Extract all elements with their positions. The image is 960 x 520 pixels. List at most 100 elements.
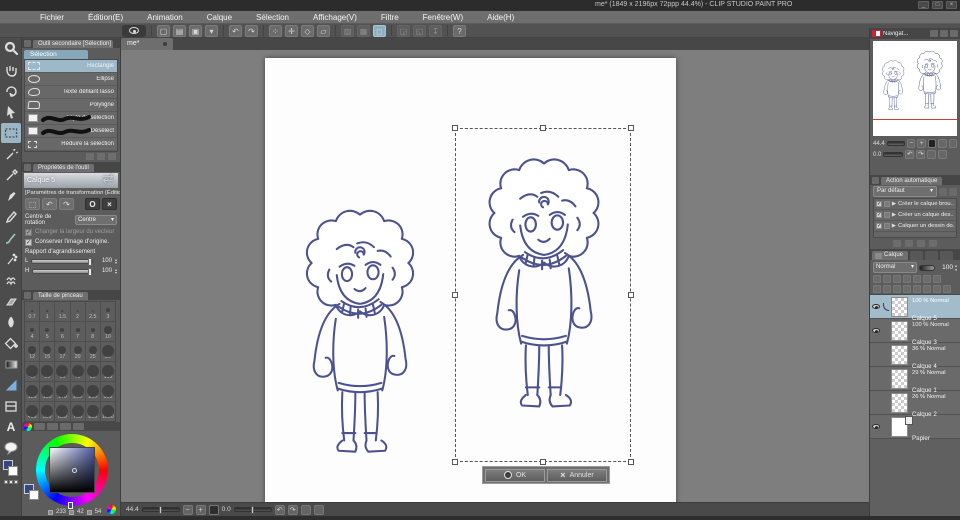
cancel-transform-icon[interactable]: × — [102, 198, 117, 210]
brush-size-cell[interactable]: 250 — [85, 382, 100, 401]
subtool-item[interactable]: Désélect — [25, 125, 117, 138]
layer-row[interactable]: Papier — [870, 415, 960, 442]
subtool-item[interactable]: Réduire la sélection — [25, 138, 117, 151]
color-history-tab-icon[interactable] — [73, 423, 84, 430]
navigator-zoom-slider[interactable] — [886, 141, 906, 146]
rotate-cw-icon[interactable]: ↷ — [916, 150, 926, 159]
layer-thumbnail[interactable] — [891, 296, 908, 317]
panel-menu-icon[interactable] — [24, 40, 31, 47]
eraser-tool-icon[interactable] — [1, 291, 21, 311]
gradient-tool-icon[interactable] — [1, 354, 21, 374]
subtool-group-tab[interactable]: Sélection — [24, 50, 88, 59]
brush-size-cell[interactable]: 20 — [70, 342, 85, 361]
menu-item[interactable]: Édition(E) — [76, 13, 135, 22]
fill-tool-icon[interactable] — [1, 333, 21, 353]
main-color-swatches[interactable] — [1, 460, 21, 478]
close-button[interactable]: × — [946, 1, 957, 9]
hue-knob[interactable] — [68, 502, 73, 509]
brush-size-cell[interactable]: 50 — [40, 362, 55, 381]
rotate-ccw-icon[interactable]: ↶ — [274, 504, 285, 515]
action-checkbox[interactable]: ✓ — [876, 223, 882, 229]
tab-close-icon[interactable] — [163, 42, 167, 46]
layer-color-icon[interactable] — [923, 275, 931, 283]
lock-layer-icon[interactable] — [873, 275, 881, 283]
brush-size-cell[interactable]: 800 — [85, 402, 100, 421]
minimize-button[interactable]: _ — [918, 1, 929, 9]
status-zoom-slider[interactable] — [141, 506, 180, 514]
rotate-canvas-tool-icon[interactable] — [1, 81, 21, 101]
menu-item[interactable]: Animation — [135, 13, 195, 22]
action-toggle-icon[interactable] — [884, 201, 890, 207]
transform-mode-scale-icon[interactable]: ⬚ — [25, 198, 40, 210]
new-file-icon[interactable]: ▢ — [157, 24, 170, 37]
saturation-value[interactable]: 42 — [77, 509, 84, 515]
delete-action-icon[interactable] — [929, 240, 937, 247]
zoom-out-icon[interactable]: − — [907, 139, 916, 148]
brush-size-cell[interactable]: 80 — [85, 362, 100, 381]
onion-skin-icon[interactable]: ◱ — [413, 24, 426, 37]
navigator-preview[interactable] — [873, 41, 957, 136]
move-icon[interactable]: ✛ — [285, 24, 298, 37]
action-toggle-icon[interactable] — [884, 212, 890, 218]
snap-icon[interactable]: ◻ — [373, 24, 386, 37]
maximize-button[interactable]: □ — [932, 1, 943, 9]
zoom-100-icon[interactable] — [927, 139, 937, 148]
blend-mode-select[interactable]: Normal ▾ — [873, 262, 917, 273]
reference-layer-icon[interactable] — [903, 275, 911, 283]
action-toggle-icon[interactable] — [884, 223, 890, 229]
pencil-tool-icon[interactable] — [1, 207, 21, 227]
ruler-icon[interactable]: ▨ — [341, 24, 354, 37]
brush-size-cell[interactable]: 12 — [25, 342, 40, 361]
brush-size-cell[interactable]: 6 — [55, 322, 70, 341]
transfer-layer-icon[interactable] — [903, 285, 911, 293]
navigator-zoom-value[interactable]: 44.4 — [873, 141, 885, 147]
layer-thumbnail[interactable] — [891, 344, 908, 365]
layer-property-tab[interactable] — [910, 251, 924, 260]
transform-handle-sw[interactable] — [452, 459, 458, 465]
brush-size-cell[interactable]: 150 — [40, 382, 55, 401]
layer-search-tab[interactable] — [925, 251, 939, 260]
transform-selection-box[interactable] — [452, 125, 634, 465]
play-action-icon[interactable] — [905, 240, 913, 247]
eyedropper-tool-icon[interactable] — [1, 165, 21, 185]
scale-h-slider[interactable] — [31, 257, 93, 266]
flip-horizontal-icon[interactable] — [313, 504, 324, 515]
hand-tool-icon[interactable] — [1, 60, 21, 80]
layer-thumbnail[interactable] — [891, 368, 908, 389]
brush-size-cell[interactable]: 1.5 — [55, 302, 70, 321]
brush-size-cell[interactable]: 500 — [40, 402, 55, 421]
brush-size-cell[interactable]: 60 — [55, 362, 70, 381]
auto-select-tool-icon[interactable] — [1, 144, 21, 164]
menu-item[interactable]: Fenêtre(W) — [411, 13, 475, 22]
brush-size-cell[interactable]: 600 — [55, 402, 70, 421]
mic-icon[interactable]: ↧ — [429, 24, 442, 37]
ok-button[interactable]: OK — [485, 468, 545, 482]
add-action-icon[interactable] — [917, 240, 925, 247]
layer-thumbnail[interactable] — [891, 320, 908, 341]
subtool-item[interactable]: Stylo de sélection — [25, 112, 117, 125]
brush-size-cell[interactable]: 120 — [25, 382, 40, 401]
brush-size-title[interactable]: Taille de pinceau — [33, 292, 88, 300]
panel-menu-icon[interactable] — [872, 177, 879, 184]
rotate-ccw-icon[interactable]: ↶ — [905, 150, 915, 159]
menu-item[interactable]: Fichier — [28, 13, 76, 22]
transform-handle-ne[interactable] — [628, 125, 634, 131]
brush-tool-icon[interactable] — [1, 228, 21, 248]
pen-tool-icon[interactable] — [1, 186, 21, 206]
brush-size-cell[interactable]: 300 — [100, 382, 115, 401]
brush-size-cell[interactable]: 4 — [25, 322, 40, 341]
color-set-tab-icon[interactable] — [47, 423, 58, 430]
add-action-set-icon[interactable] — [939, 187, 947, 196]
brush-size-cell[interactable]: 400 — [25, 402, 40, 421]
keep-original-checkbox[interactable]: ✓ — [25, 238, 32, 246]
transform-handle-w[interactable] — [452, 292, 458, 298]
new-vector-layer-icon[interactable] — [883, 285, 891, 293]
deselect-icon[interactable]: ⁘ — [269, 24, 282, 37]
save-icon[interactable]: ▣ — [189, 24, 202, 37]
transform-mode-rotate-icon[interactable]: ↶ — [42, 198, 57, 210]
subtool-item[interactable]: Ellipse — [25, 73, 117, 86]
brush-size-cell[interactable]: 1 — [40, 302, 55, 321]
brush-size-cell[interactable]: 25 — [85, 342, 100, 361]
brush-size-cell[interactable]: 15 — [40, 342, 55, 361]
redo-icon[interactable]: ↷ — [245, 24, 258, 37]
